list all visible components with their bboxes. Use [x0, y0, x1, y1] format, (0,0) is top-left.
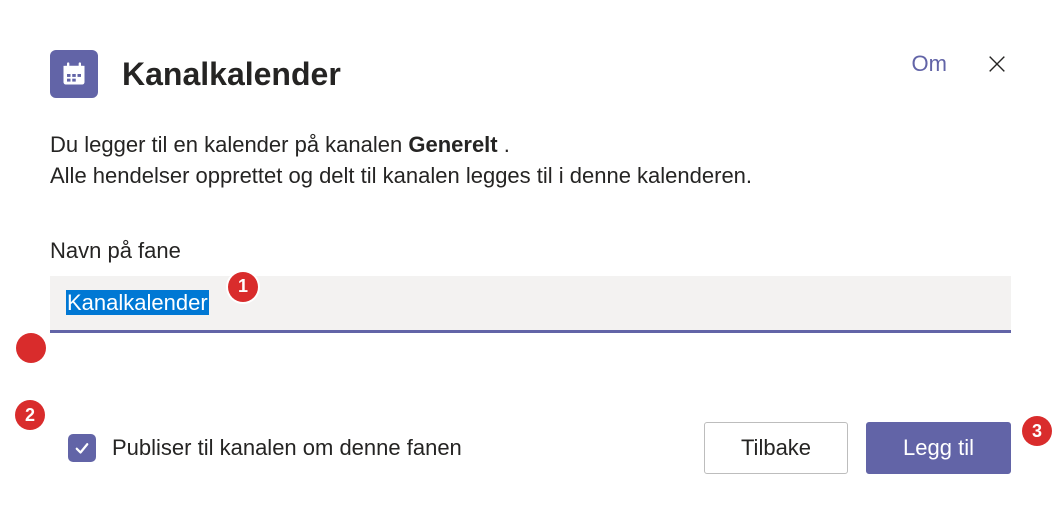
add-button[interactable]: Legg til [866, 422, 1011, 474]
dialog-title: Kanalkalender [122, 56, 341, 93]
annotation-badge-2: 2 [15, 400, 45, 430]
description-line-2: Alle hendelser opprettet og delt til kan… [50, 161, 1011, 192]
dialog-description: Du legger til en kalender på kanalen Gen… [50, 130, 1011, 192]
about-link[interactable]: Om [912, 51, 947, 77]
post-to-channel-option[interactable]: Publiser til kanalen om denne fanen [68, 434, 462, 462]
close-icon [986, 53, 1008, 75]
post-to-channel-checkbox[interactable] [68, 434, 96, 462]
post-to-channel-label: Publiser til kanalen om denne fanen [112, 435, 462, 461]
dialog-header: Kanalkalender Om [50, 50, 1011, 98]
close-button[interactable] [983, 50, 1011, 78]
tab-name-label: Navn på fane [50, 238, 1011, 264]
annotation-badge-1: 1 [228, 272, 258, 302]
description-line-1: Du legger til en kalender på kanalen Gen… [50, 130, 1011, 161]
channel-calendar-dialog: Kanalkalender Om Du legger til en kalend… [0, 0, 1061, 529]
tab-name-value: Kanalkalender [66, 290, 209, 315]
checkmark-icon [73, 439, 91, 457]
header-actions: Om [912, 50, 1011, 78]
channel-name: Generelt [408, 132, 497, 157]
back-button[interactable]: Tilbake [704, 422, 848, 474]
tab-name-field-block: Navn på fane Kanalkalender 1 [50, 238, 1011, 333]
desc-prefix: Du legger til en kalender på kanalen [50, 132, 408, 157]
calendar-app-icon [50, 50, 98, 98]
desc-suffix: . [498, 132, 510, 157]
dialog-footer: Publiser til kanalen om denne fanen Tilb… [50, 422, 1011, 474]
annotation-badge-3: 3 [1022, 416, 1052, 446]
tab-name-input[interactable]: Kanalkalender 1 [50, 276, 1011, 333]
